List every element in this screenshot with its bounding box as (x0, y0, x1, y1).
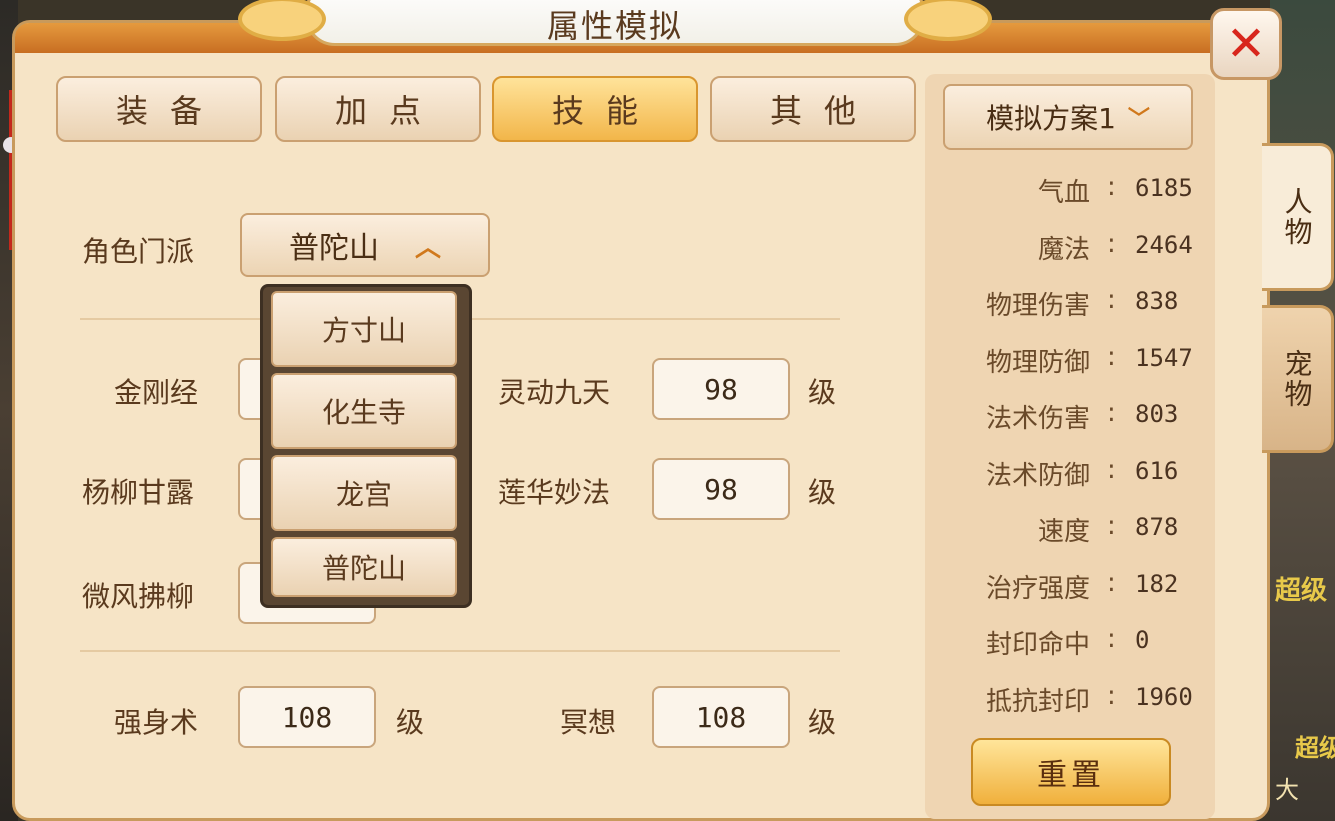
aux-skill-input[interactable]: 108 (652, 686, 790, 748)
attribute-name: 封印命中 (985, 630, 1090, 660)
attribute-name: 物理伤害 (985, 291, 1090, 321)
attribute-row: 封印命中 : 0 (985, 624, 1150, 660)
attribute-value: 182 (1135, 570, 1179, 598)
attribute-value: 1547 (1135, 344, 1193, 372)
attribute-value: 1960 (1135, 683, 1193, 711)
chevron-up-icon: ︿ (414, 232, 441, 263)
close-icon: ✕ (1225, 16, 1267, 72)
skill-label: 微风拂柳 (82, 580, 195, 613)
sect-dropdown-list: 方寸山 化生寺 龙宫 普陀山 (260, 284, 472, 608)
attribute-value: 616 (1135, 457, 1179, 485)
attribute-value: 6185 (1135, 174, 1193, 202)
background-text: 大 (1275, 776, 1299, 804)
background-text: 超级 (1275, 576, 1328, 606)
title-plate: 属性模拟 (238, 0, 992, 46)
sect-select[interactable]: 普陀山 ︿ (240, 213, 490, 277)
aux-skill-label: 冥想 (560, 706, 617, 739)
attribute-row: 气血 : 6185 (1037, 172, 1193, 208)
level-unit: 级 (808, 706, 837, 739)
attribute-value: 0 (1135, 626, 1150, 654)
sect-option[interactable]: 方寸山 (271, 291, 457, 367)
close-button[interactable]: ✕ (1210, 8, 1282, 80)
side-tab-character[interactable]: 人物 (1262, 143, 1334, 291)
attribute-name: 法术伤害 (985, 404, 1090, 434)
skill-level-input[interactable]: 98 (652, 358, 790, 420)
chevron-down-icon: ﹀ (1127, 107, 1150, 132)
window-title: 属性模拟 (546, 7, 683, 45)
sect-option[interactable]: 化生寺 (271, 373, 457, 449)
level-unit: 级 (808, 376, 837, 409)
skills-content: 装备 加点 技能 其他 角色门派 普陀山 ︿ 金刚经 杨柳甘露 微风拂柳 灵动九… (30, 58, 918, 801)
attribute-panel: 模拟方案1 ﹀ 气血 : 6185 魔法 : 2464 物理伤害 : 838 物… (925, 74, 1215, 819)
aux-skill-label: 强身术 (114, 706, 199, 739)
attribute-name: 法术防御 (985, 461, 1090, 491)
attribute-row: 魔法 : 2464 (1037, 229, 1193, 265)
attribute-name: 速度 (1037, 517, 1090, 547)
attribute-row: 法术防御 : 616 (985, 455, 1179, 491)
skill-label: 杨柳甘露 (82, 476, 195, 509)
attribute-row: 物理伤害 : 838 (985, 285, 1179, 321)
tab-points[interactable]: 加点 (275, 76, 481, 142)
attribute-value: 838 (1135, 287, 1179, 315)
level-unit: 级 (808, 476, 837, 509)
level-unit: 级 (396, 706, 425, 739)
skill-label: 灵动九天 (498, 376, 611, 409)
attribute-row: 法术伤害 : 803 (985, 398, 1179, 434)
attribute-name: 气血 (1037, 178, 1090, 208)
attribute-name: 物理防御 (985, 348, 1090, 378)
attribute-row: 物理防御 : 1547 (985, 342, 1193, 378)
attribute-name: 魔法 (1037, 235, 1090, 265)
tab-other[interactable]: 其他 (710, 76, 916, 142)
attribute-value: 878 (1135, 513, 1179, 541)
skill-label: 金刚经 (114, 376, 199, 409)
sect-value: 普陀山 (288, 231, 379, 266)
aux-skill-input[interactable]: 108 (238, 686, 376, 748)
attribute-name: 治疗强度 (985, 574, 1090, 604)
sect-label: 角色门派 (82, 235, 195, 268)
attribute-name: 抵抗封印 (985, 687, 1090, 717)
divider (80, 650, 840, 652)
side-tab-pet[interactable]: 宠物 (1262, 305, 1334, 453)
plan-select[interactable]: 模拟方案1 ﹀ (943, 84, 1193, 150)
attribute-value: 2464 (1135, 231, 1193, 259)
attribute-value: 803 (1135, 400, 1179, 428)
sect-option[interactable]: 普陀山 (271, 537, 457, 597)
tab-skills[interactable]: 技能 (492, 76, 698, 142)
attribute-row: 速度 : 878 (1037, 511, 1179, 547)
reset-button[interactable]: 重置 (971, 738, 1171, 806)
skill-level-input[interactable]: 98 (652, 458, 790, 520)
skill-label: 莲华妙法 (498, 476, 611, 509)
attribute-row: 治疗强度 : 182 (985, 568, 1179, 604)
background-text: 超级 (1295, 734, 1335, 762)
sect-option[interactable]: 龙宫 (271, 455, 457, 531)
tab-equipment[interactable]: 装备 (56, 76, 262, 142)
attribute-row: 抵抗封印 : 1960 (985, 681, 1193, 717)
plan-label: 模拟方案1 (986, 102, 1116, 135)
